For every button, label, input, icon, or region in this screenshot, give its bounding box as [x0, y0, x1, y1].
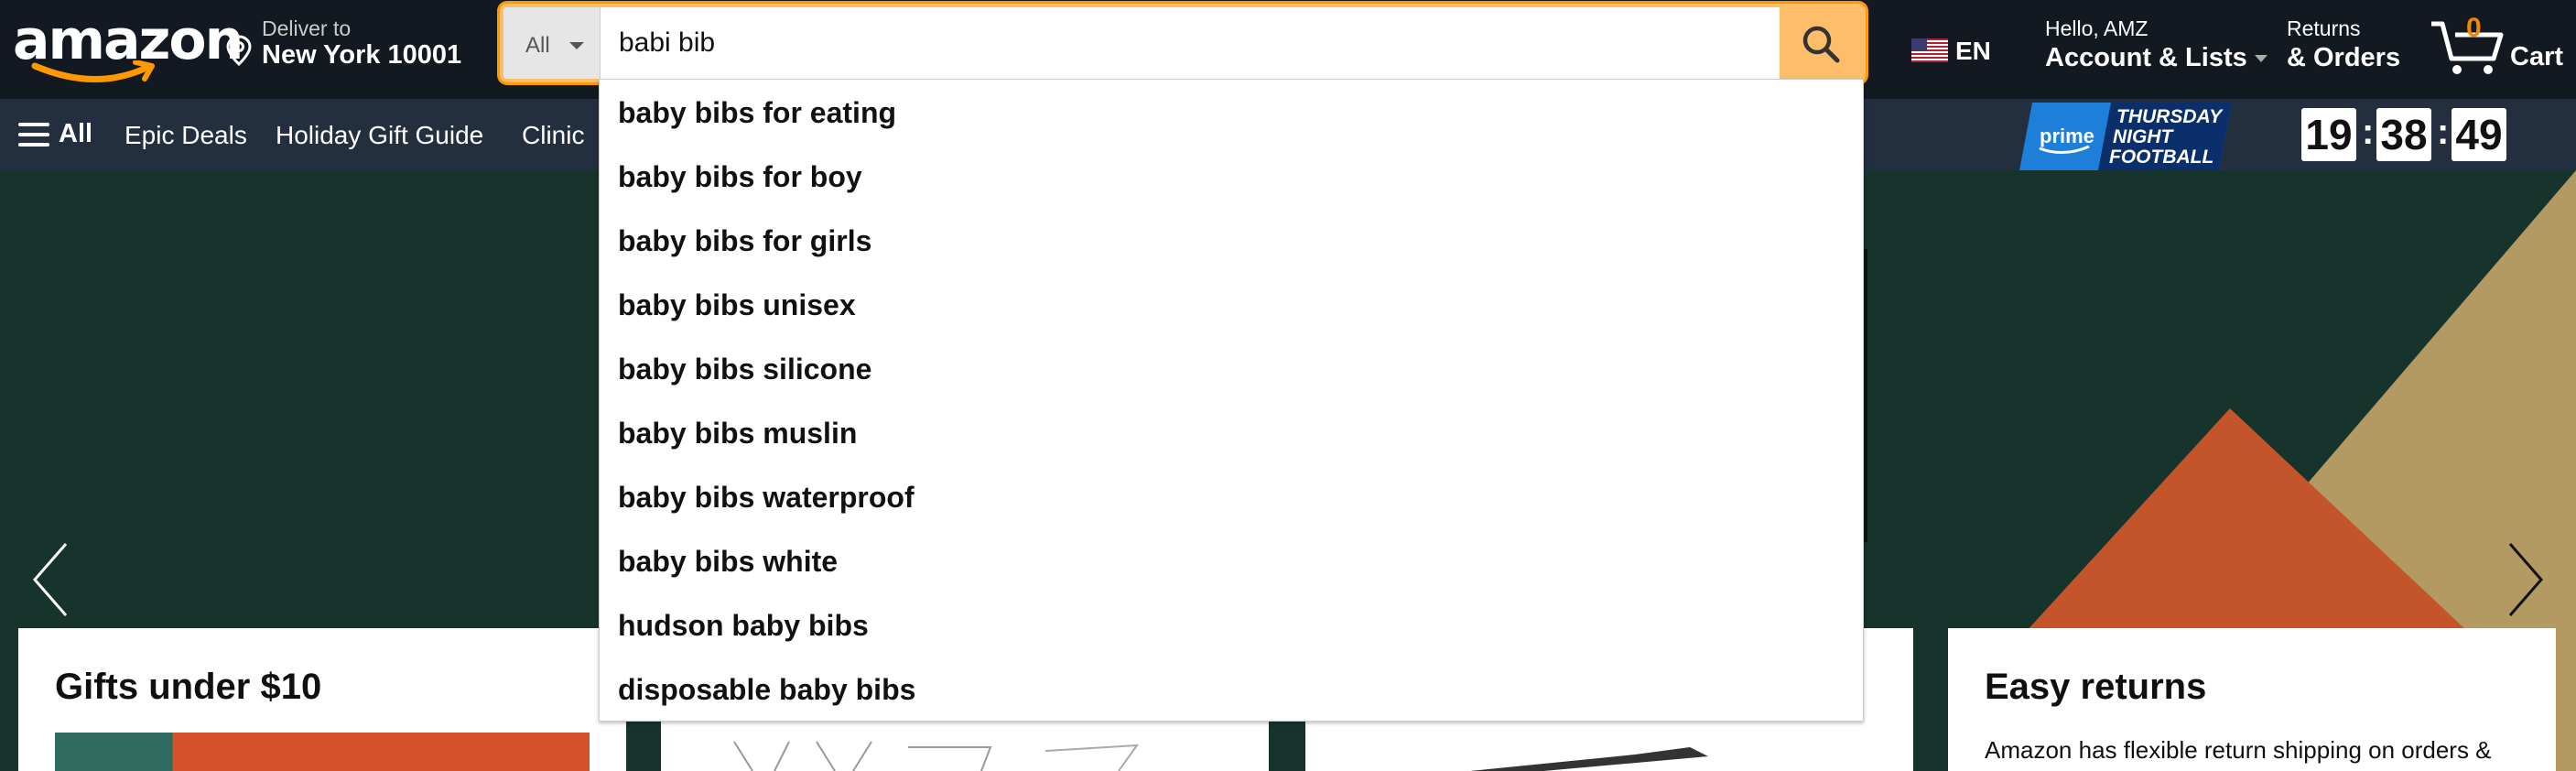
- hamburger-menu-icon: [18, 123, 49, 147]
- timer-hours: 19: [2301, 108, 2356, 161]
- promo-line-football: FOOTBALL: [2109, 147, 2213, 168]
- carousel-next-arrow-icon[interactable]: [2503, 538, 2549, 621]
- logo-wordmark: amazon: [13, 8, 244, 72]
- logo-smile-icon: [31, 60, 155, 82]
- returns-and-orders[interactable]: Returns & Orders: [2287, 16, 2400, 73]
- card-title: Easy returns: [1985, 667, 2207, 707]
- amazon-logo[interactable]: amazon: [13, 8, 244, 82]
- deliver-location: New York 10001: [262, 40, 462, 70]
- card-title: Gifts under $10: [55, 667, 322, 707]
- returns-label: Returns: [2287, 16, 2361, 40]
- search-suggestions-dropdown: baby bibs for eating baby bibs for boy b…: [599, 79, 1864, 722]
- nav-link-epic-deals[interactable]: Epic Deals: [124, 121, 247, 150]
- suggestion-item[interactable]: baby bibs silicone: [618, 353, 871, 389]
- nav-link-holiday-gift-guide[interactable]: Holiday Gift Guide: [276, 121, 483, 150]
- orders-label: & Orders: [2287, 43, 2401, 72]
- all-menu-button[interactable]: All: [18, 119, 92, 149]
- suggestion-item[interactable]: baby bibs for eating: [618, 96, 896, 133]
- card-image-glasses[interactable]: [716, 738, 1228, 771]
- nav-link-clinic[interactable]: Clinic: [522, 121, 584, 150]
- suggestion-item[interactable]: hudson baby bibs: [618, 609, 869, 646]
- suggestion-item[interactable]: baby bibs waterproof: [618, 481, 915, 517]
- card-image-device[interactable]: [1470, 744, 1708, 771]
- search-bar: All: [500, 4, 1866, 82]
- card-image[interactable]: [55, 733, 590, 771]
- account-and-lists[interactable]: Hello, AMZ Account & Lists: [2045, 16, 2268, 73]
- search-button[interactable]: [1780, 7, 1862, 79]
- cart-count: 0: [2466, 13, 2482, 43]
- suggestion-item[interactable]: baby bibs muslin: [618, 417, 857, 453]
- card-easy-returns[interactable]: Easy returns Amazon has flexible return …: [1948, 628, 2556, 771]
- card-subtitle: Amazon has flexible return shipping on o…: [1985, 736, 2492, 764]
- search-input[interactable]: [602, 7, 1774, 79]
- cart-button[interactable]: 0 Cart: [2428, 9, 2565, 82]
- deliver-label: Deliver to: [262, 16, 352, 40]
- location-pin-icon: [226, 35, 252, 66]
- account-greeting: Hello, AMZ: [2045, 16, 2148, 40]
- timer-seconds: 49: [2452, 108, 2506, 161]
- suggestion-item[interactable]: baby bibs for boy: [618, 160, 862, 197]
- caret-down-icon: [569, 42, 584, 49]
- suggestion-item[interactable]: baby bibs for girls: [618, 224, 871, 261]
- promo-line-night: NIGHT: [2113, 126, 2175, 147]
- timer-separator: :: [2437, 112, 2450, 152]
- account-label: Account & Lists: [2045, 43, 2247, 72]
- promo-brand: prime: [2040, 125, 2094, 147]
- search-category-label: All: [525, 33, 550, 58]
- suggestion-item[interactable]: baby bibs unisex: [618, 288, 856, 325]
- cart-label: Cart: [2510, 42, 2564, 71]
- timer-minutes: 38: [2376, 108, 2431, 161]
- suggestion-item[interactable]: baby bibs white: [618, 545, 838, 581]
- caret-down-icon: [2254, 55, 2268, 63]
- carousel-prev-arrow-icon[interactable]: [27, 538, 73, 621]
- suggestion-item[interactable]: disposable baby bibs: [618, 673, 915, 710]
- all-menu-label: All: [59, 119, 93, 148]
- search-category-dropdown[interactable]: All: [503, 7, 601, 79]
- search-icon: [1802, 26, 1840, 63]
- timer-separator: :: [2362, 112, 2375, 152]
- language-code: EN: [1955, 37, 1991, 65]
- thursday-night-football-promo[interactable]: prime THURSDAY NIGHT FOOTBALL: [2019, 101, 2232, 170]
- promo-line-thursday: THURSDAY: [2116, 106, 2224, 127]
- card-gifts-under-10[interactable]: Gifts under $10: [18, 628, 626, 771]
- us-flag-icon: [1911, 38, 1948, 62]
